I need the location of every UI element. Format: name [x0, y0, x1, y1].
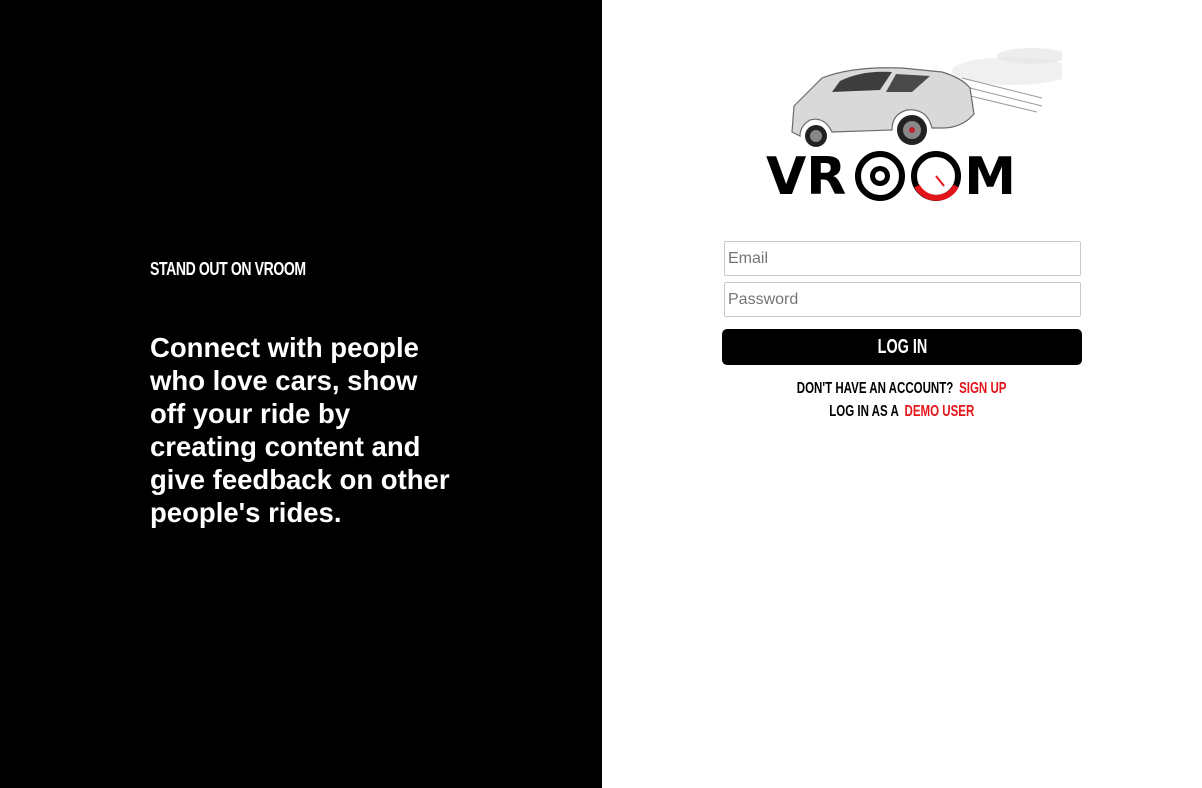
- vroom-logo: VR M: [762, 36, 1072, 207]
- demo-row: LOG IN AS A DEMO USER: [722, 400, 1082, 423]
- login-button[interactable]: LOG IN: [722, 329, 1082, 365]
- tagline: STAND OUT ON VROOM: [150, 259, 306, 279]
- login-button-label: LOG IN: [877, 335, 927, 358]
- demo-user-link[interactable]: DEMO USER: [905, 403, 975, 420]
- car-logo-icon: VR M: [766, 48, 1072, 207]
- svg-text:M: M: [964, 147, 1016, 206]
- intro-panel: STAND OUT ON VROOM Connect with people w…: [0, 0, 602, 788]
- auth-links: DON'T HAVE AN ACCOUNT? SIGN UP LOG IN AS …: [722, 377, 1082, 423]
- login-form: LOG IN DON'T HAVE AN ACCOUNT? SIGN UP LOG…: [722, 241, 1082, 423]
- demo-prefix-text: LOG IN AS A: [829, 403, 900, 420]
- email-field[interactable]: [724, 241, 1081, 276]
- intro-description: Connect with people who love cars, show …: [150, 332, 450, 528]
- password-field[interactable]: [724, 282, 1081, 317]
- signup-link[interactable]: SIGN UP: [959, 380, 1006, 397]
- no-account-text: DON'T HAVE AN ACCOUNT?: [797, 380, 954, 397]
- signup-row: DON'T HAVE AN ACCOUNT? SIGN UP: [722, 377, 1082, 400]
- svg-text:VR: VR: [766, 147, 846, 206]
- login-panel: VR M LOG IN DON'T HAVE AN ACCOUNT? SIGN U…: [602, 0, 1202, 788]
